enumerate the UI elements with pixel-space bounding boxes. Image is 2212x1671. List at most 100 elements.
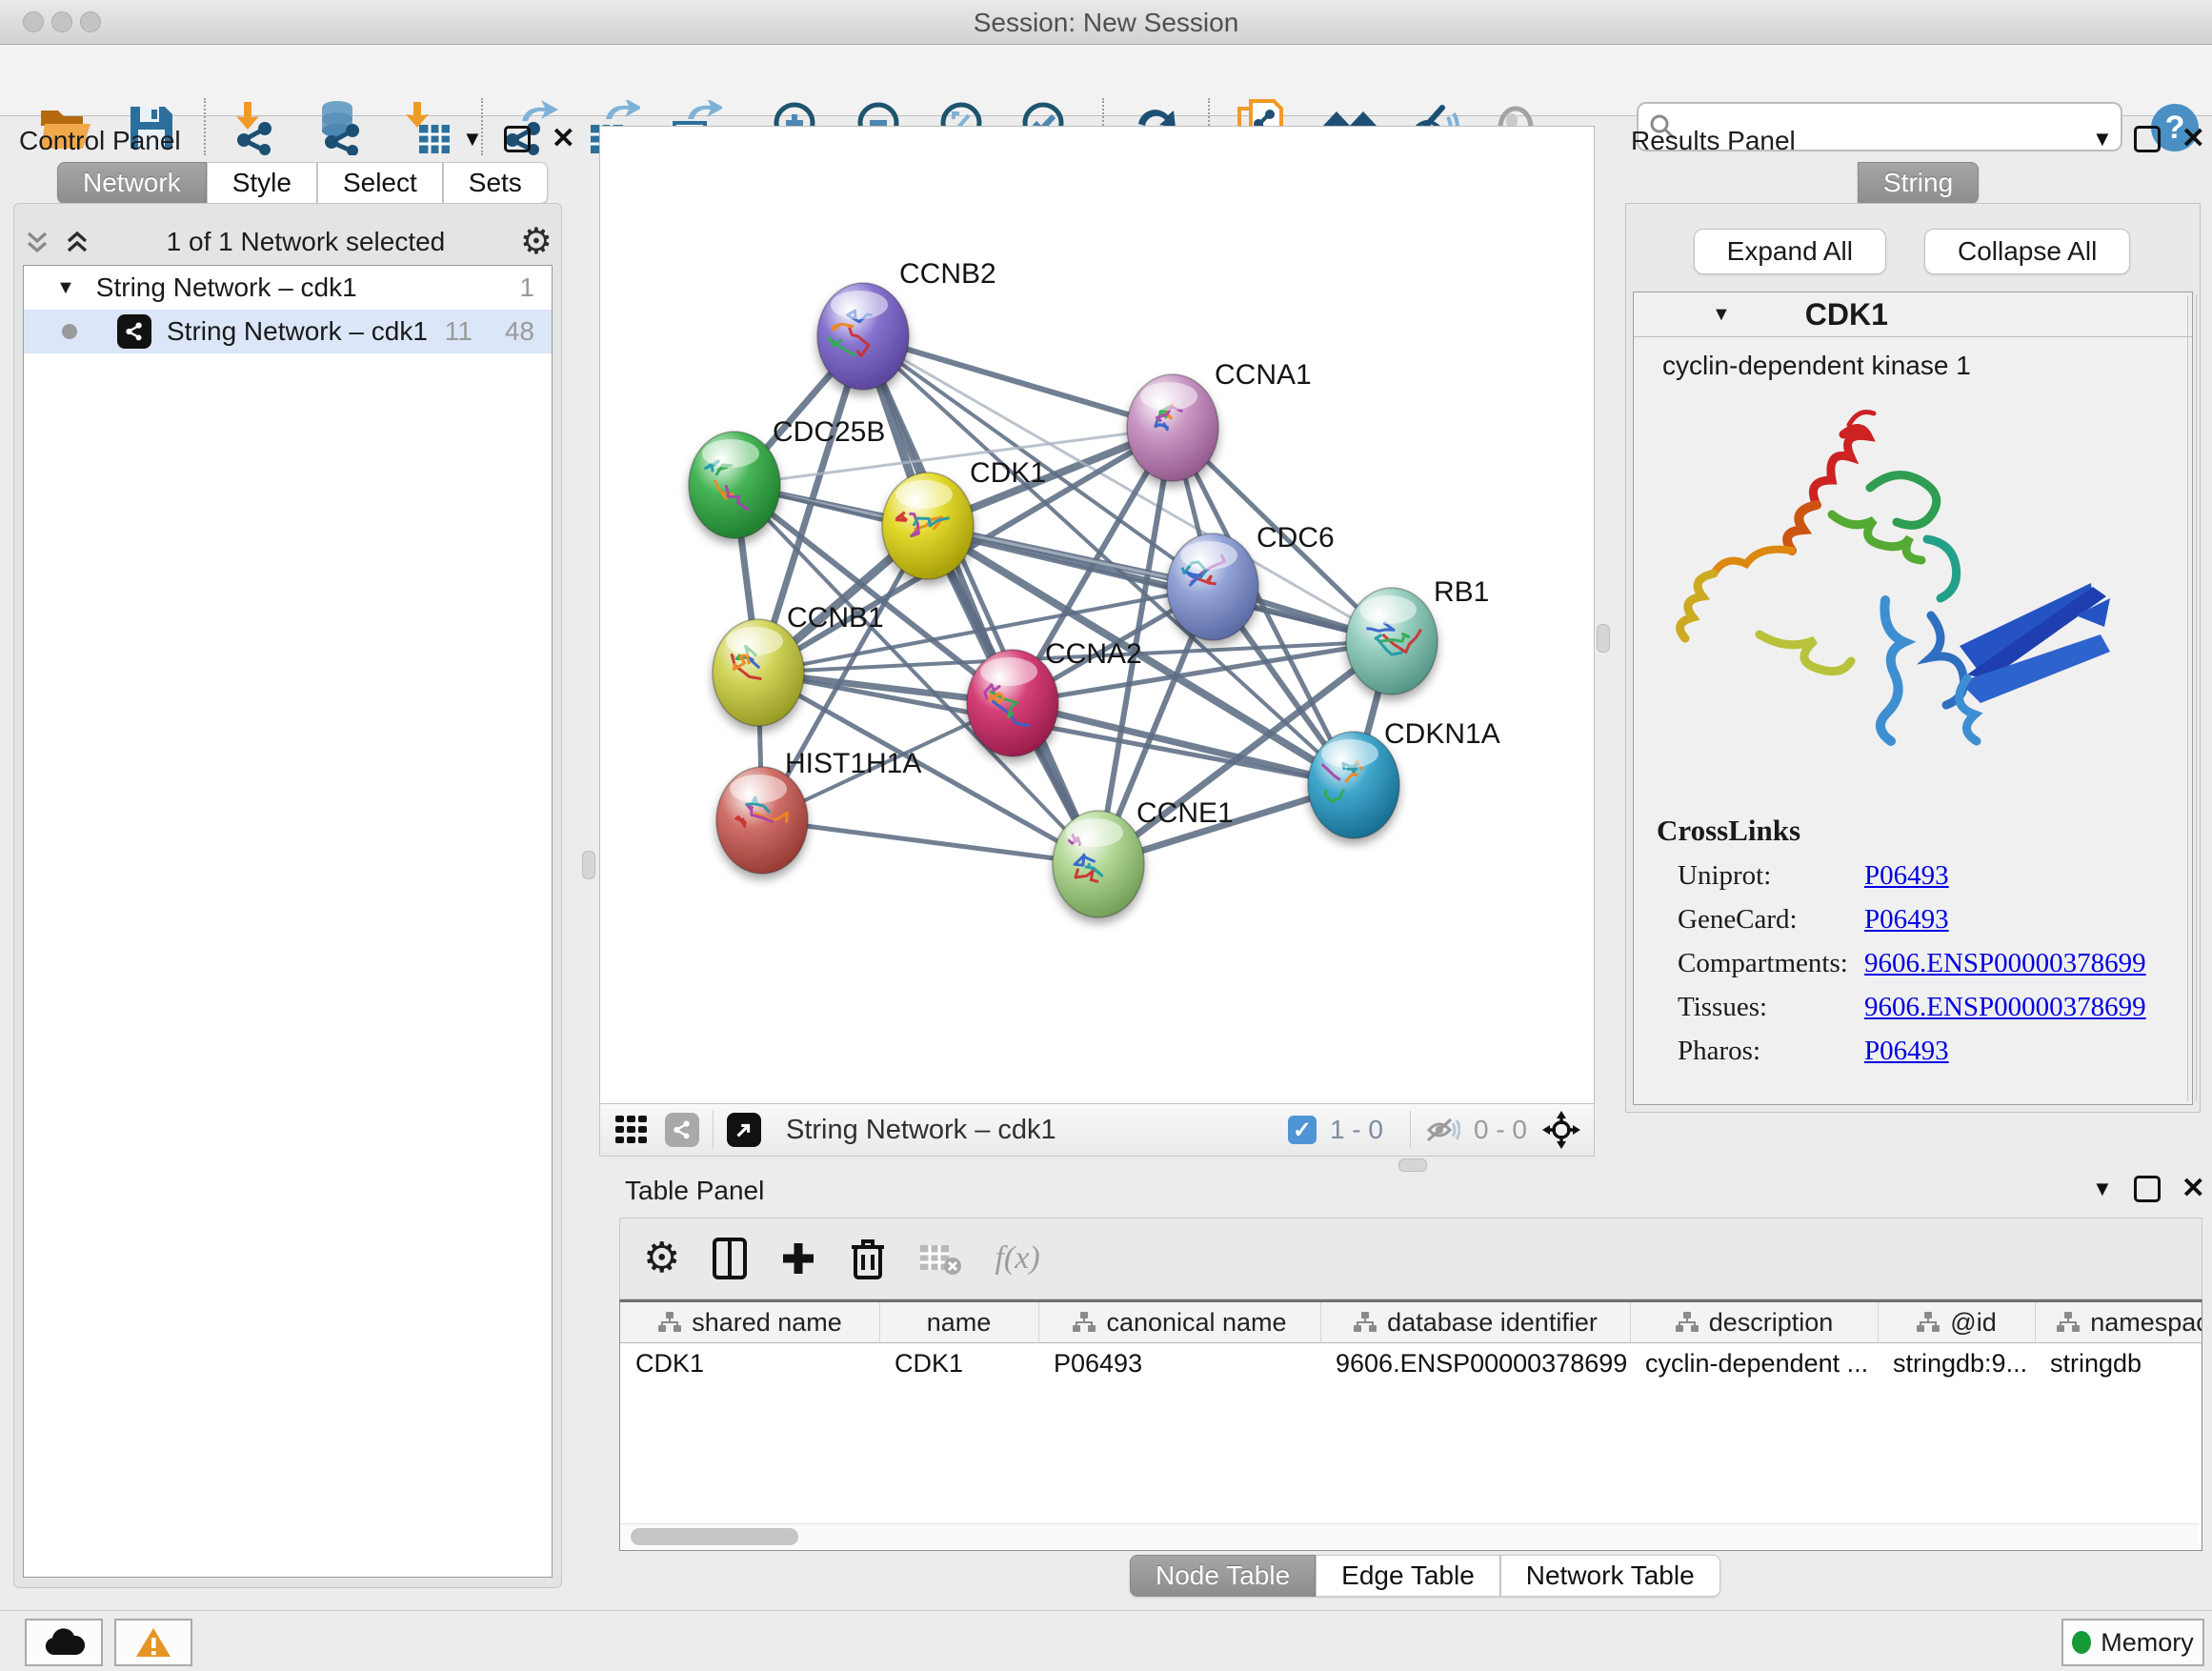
tab-edge-table[interactable]: Edge Table [1316,1555,1500,1597]
crosslink-link[interactable]: 9606.ENSP00000378699 [1864,992,2146,1023]
network-collection-row[interactable]: ▼ String Network – cdk1 1 [24,266,552,310]
crosslink-link[interactable]: P06493 [1864,904,1949,936]
tab-network-table[interactable]: Network Table [1500,1555,1720,1597]
gene-expander-icon[interactable]: ▼ [1712,304,1731,326]
network-node-CCNA1[interactable] [1127,374,1218,481]
results-scrollbar[interactable] [2187,295,2197,1101]
import-table-icon[interactable] [392,98,458,157]
results-panel-collapse-icon[interactable]: ▼ [2092,127,2113,151]
birds-eye-view-icon[interactable] [613,1112,650,1148]
crosslink-row: Pharos:P06493 [1678,1029,2192,1073]
table-panel-float-icon[interactable] [2134,1176,2161,1202]
table-cell[interactable]: stringdb:9... [1878,1342,2035,1384]
left-splitter-grip[interactable] [582,851,595,879]
network-options-gear-icon[interactable]: ⚙ [520,228,553,256]
tab-style[interactable]: Style [207,162,317,204]
network-node-label-RB1: RB1 [1434,576,1489,608]
right-splitter-grip[interactable] [1597,624,1610,653]
import-network-database-icon[interactable] [306,98,372,157]
table-panel-collapse-icon[interactable]: ▼ [2092,1177,2113,1201]
collapse-all-icon[interactable] [23,228,51,256]
column-header-canonical-name[interactable]: canonical name [1038,1302,1321,1342]
collection-expander-icon[interactable]: ▼ [56,277,75,299]
hidden-count: 0 - 0 [1474,1115,1527,1145]
show-columns-icon[interactable] [713,1238,747,1279]
goto-network-icon[interactable] [727,1113,761,1147]
network-node-CDK1[interactable] [882,473,974,579]
tree-icon [2056,1311,2081,1334]
table-cell[interactable]: CDK1 [620,1342,879,1384]
network-row[interactable]: String Network – cdk1 11 48 [24,310,552,353]
crosslink-link[interactable]: P06493 [1864,860,1949,892]
table-tabs: Node TableEdge TableNetwork Table [1130,1555,1720,1597]
memory-button[interactable]: Memory [2061,1619,2204,1666]
function-builder-icon[interactable]: f(x) [995,1240,1039,1277]
control-panel-close-icon[interactable]: ✕ [552,129,575,150]
tab-string[interactable]: String [1858,162,1979,204]
column-header-shared-name[interactable]: shared name [620,1302,880,1342]
network-node-label-CDK1: CDK1 [970,457,1046,489]
network-node-CDC6[interactable] [1167,534,1258,640]
network-edge-CCNE1-HIST1H1A[interactable] [762,820,1098,864]
network-node-label-CDC6: CDC6 [1257,522,1335,554]
bottom-splitter-grip[interactable] [1398,1158,1427,1172]
table-panel-close-icon[interactable]: ✕ [2182,1178,2205,1199]
column-header-@id[interactable]: @id [1878,1302,2036,1342]
network-node-CCNE1[interactable] [1053,811,1144,917]
add-column-icon[interactable] [779,1239,817,1278]
control-panel-collapse-icon[interactable]: ▼ [462,127,483,151]
import-network-file-icon[interactable] [222,98,289,157]
network-node-CDC25B[interactable] [689,432,780,538]
table-header-row: shared namenamecanonical namedatabase id… [620,1302,2202,1343]
column-header-namespace[interactable]: namespace [2035,1302,2202,1342]
table-hscrollbar-thumb[interactable] [631,1528,798,1545]
network-node-CCNB2[interactable] [817,283,909,390]
collection-label: String Network – cdk1 [96,272,357,303]
network-edge-CCNB2-CCNE1[interactable] [863,336,1098,864]
warnings-button[interactable] [114,1619,192,1666]
tab-sets[interactable]: Sets [443,162,548,204]
node-table: shared namenamecanonical namedatabase id… [619,1299,2202,1551]
network-panel-toolbar: 1 of 1 Network selected ⚙ [23,221,553,263]
crosslink-link[interactable]: P06493 [1864,1036,1949,1067]
tab-select[interactable]: Select [317,162,443,204]
collapse-all-button[interactable]: Collapse All [1924,229,2130,274]
tree-icon [1916,1311,1941,1334]
network-node-CCNB1[interactable] [713,619,804,726]
results-panel-close-icon[interactable]: ✕ [2182,129,2205,150]
delete-table-icon[interactable] [918,1241,962,1276]
table-cell[interactable]: P06493 [1038,1342,1320,1384]
results-panel-float-icon[interactable] [2134,126,2161,152]
tab-network[interactable]: Network [57,162,207,204]
gene-section-header[interactable]: ▼ CDK1 [1634,292,2192,337]
toolbar-separator [204,98,206,155]
fit-selected-icon[interactable] [1540,1109,1582,1151]
table-cell[interactable]: 9606.ENSP00000378699 [1320,1342,1630,1384]
network-canvas[interactable]: CCNB2CCNA1CDC25BCDK1CDC6RB1CCNB1CCNA2CDK… [599,126,1595,1105]
table-options-gear-icon[interactable]: ⚙ [643,1239,680,1278]
table-cell[interactable]: stringdb [2035,1342,2202,1384]
selected-count: 1 - 0 [1330,1115,1383,1145]
control-panel-float-icon[interactable] [504,126,531,152]
network-node-HIST1H1A[interactable] [716,767,808,874]
network-node-label-CCNB1: CCNB1 [787,602,884,634]
crosslink-row: GeneCard:P06493 [1678,897,2192,941]
column-header-name[interactable]: name [879,1302,1039,1342]
tab-node-table[interactable]: Node Table [1130,1555,1316,1597]
network-edge-CCNB2-CCNA1[interactable] [863,336,1173,428]
column-header-description[interactable]: description [1630,1302,1879,1342]
protein-structure-image [1645,396,2179,796]
crosslink-link[interactable]: 9606.ENSP00000378699 [1864,948,2146,979]
delete-column-icon[interactable] [850,1238,886,1279]
column-header-database-identifier[interactable]: database identifier [1320,1302,1631,1342]
network-node-label-CCNB2: CCNB2 [899,258,996,290]
table-cell[interactable]: cyclin-dependent ... [1630,1342,1878,1384]
network-node-RB1[interactable] [1346,588,1438,695]
expand-all-button[interactable]: Expand All [1694,229,1886,274]
network-node-count: 11 [445,316,473,347]
expand-all-icon[interactable] [63,228,91,256]
results-panel-tabs: String [1858,162,1979,204]
table-cell[interactable]: CDK1 [879,1342,1038,1384]
selected-checkbox-icon[interactable]: ✓ [1288,1116,1317,1144]
cloud-button[interactable] [25,1619,103,1666]
